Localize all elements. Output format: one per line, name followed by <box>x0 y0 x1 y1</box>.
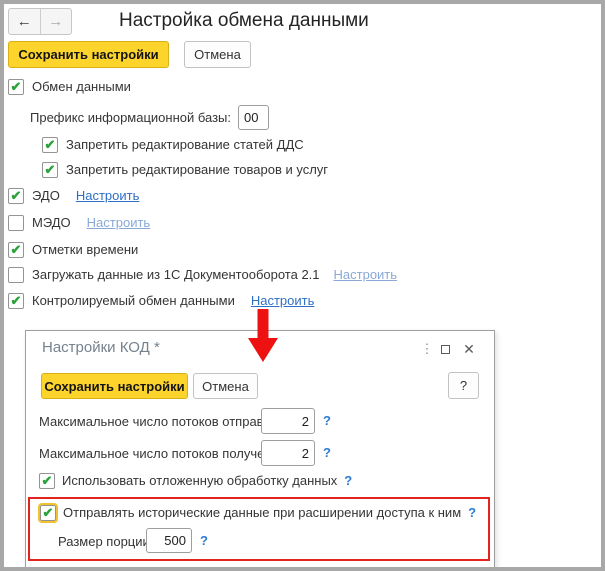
checkbox-forbid-dds[interactable]: ✔ <box>42 136 58 153</box>
check-icon: ✔ <box>10 292 22 308</box>
configure-link-controlled[interactable]: Настроить <box>251 293 315 308</box>
portion-size-input[interactable]: 500 <box>146 528 192 553</box>
checkbox-timestamps[interactable]: ✔ <box>8 241 24 258</box>
checkbox-medo[interactable]: ✔ <box>8 214 24 231</box>
configure-link-edo[interactable]: Настроить <box>76 188 140 203</box>
max-send-threads-input[interactable]: 2 <box>261 408 315 434</box>
field-value: 500 <box>164 533 186 548</box>
row-infobase-prefix: Префикс информационной базы: <box>30 105 231 130</box>
portion-size-label-row: Размер порции: <box>58 533 153 550</box>
field-label: Максимальное число потоков получения: <box>39 446 290 461</box>
check-icon: ✔ <box>42 504 54 520</box>
hint-icon[interactable]: ? <box>323 445 331 460</box>
dialog-kod-settings: Настройки КОД * ⋮ ✕ Сохранить настройки … <box>25 330 495 567</box>
maximize-icon[interactable] <box>436 340 454 358</box>
configure-link-docflow[interactable]: Настроить <box>334 267 398 282</box>
hint-icon[interactable]: ? <box>323 413 331 428</box>
red-arrow-annotation <box>248 309 278 362</box>
checkbox-label: Обмен данными <box>32 79 131 94</box>
checkbox-controlled-exchange[interactable]: ✔ <box>8 292 24 309</box>
close-icon[interactable]: ✕ <box>460 340 478 358</box>
field-label: Размер порции: <box>58 534 154 549</box>
checkbox-label: Запретить редактирование статей ДДС <box>66 137 304 152</box>
dialog-cancel-button[interactable]: Отмена <box>193 373 258 399</box>
prefix-label: Префикс информационной базы: <box>30 110 232 125</box>
hint-icon[interactable]: ? <box>468 505 476 520</box>
row-load-docflow: ✔ Загружать данные из 1С Документооборот… <box>8 266 397 283</box>
max-send-threads-label-row: Максимальное число потоков отправки: <box>39 413 280 430</box>
checkbox-edo[interactable]: ✔ <box>8 187 24 204</box>
row-medo: ✔ МЭДО Настроить <box>8 214 150 231</box>
max-receive-threads-label-row: Максимальное число потоков получения: <box>39 445 289 462</box>
hint-icon[interactable]: ? <box>344 473 352 488</box>
prefix-value: 00 <box>244 110 259 125</box>
check-icon: ✔ <box>44 136 56 152</box>
back-icon[interactable]: ← <box>9 9 41 34</box>
save-settings-button[interactable]: Сохранить настройки <box>8 41 169 68</box>
row-controlled-exchange: ✔ Контролируемый обмен данными Настроить <box>8 292 314 309</box>
field-value: 2 <box>301 413 309 429</box>
configure-link-medo[interactable]: Настроить <box>87 215 151 230</box>
nav-history-group: ← → <box>8 8 72 35</box>
row-data-exchange: ✔ Обмен данными <box>8 78 131 95</box>
forward-icon[interactable]: → <box>41 9 72 34</box>
row-deferred-processing: ✔ Использовать отложенную обработку данн… <box>39 472 352 489</box>
check-icon: ✔ <box>10 78 22 94</box>
checkbox-label: Запретить редактирование товаров и услуг <box>66 162 329 177</box>
dialog-title: Настройки КОД * <box>42 339 160 356</box>
checkbox-deferred-processing[interactable]: ✔ <box>39 472 55 489</box>
checkbox-label: Использовать отложенную обработку данных <box>62 473 338 488</box>
cancel-button[interactable]: Отмена <box>184 41 251 68</box>
field-value: 2 <box>301 445 309 461</box>
check-icon: ✔ <box>10 241 22 257</box>
row-forbid-goods: ✔ Запретить редактирование товаров и усл… <box>42 161 328 178</box>
row-timestamps: ✔ Отметки времени <box>8 241 138 258</box>
checkbox-label: ЭДО <box>32 188 60 203</box>
check-icon: ✔ <box>41 472 53 488</box>
check-icon: ✔ <box>44 161 56 177</box>
row-forbid-dds: ✔ Запретить редактирование статей ДДС <box>42 136 304 153</box>
dialog-save-button[interactable]: Сохранить настройки <box>41 373 188 399</box>
checkbox-send-historical[interactable]: ✔ <box>38 502 58 523</box>
row-send-historical: ✔ Отправлять исторические данные при рас… <box>38 502 476 523</box>
checkbox-load-docflow[interactable]: ✔ <box>8 266 24 283</box>
more-menu-icon[interactable]: ⋮ <box>418 340 436 358</box>
prefix-input[interactable]: 00 <box>238 105 269 130</box>
checkbox-label: Отметки времени <box>32 242 139 257</box>
checkbox-label: Загружать данные из 1С Документооборота … <box>32 267 320 282</box>
checkbox-forbid-goods[interactable]: ✔ <box>42 161 58 178</box>
help-button[interactable]: ? <box>448 372 479 399</box>
field-label: Максимальное число потоков отправки: <box>39 414 281 429</box>
hint-icon[interactable]: ? <box>200 533 208 548</box>
page-title: Настройка обмена данными <box>119 10 369 31</box>
max-receive-threads-input[interactable]: 2 <box>261 440 315 466</box>
checkbox-data-exchange[interactable]: ✔ <box>8 78 24 95</box>
checkbox-label: МЭДО <box>32 215 71 230</box>
row-edo: ✔ ЭДО Настроить <box>8 187 139 204</box>
checkbox-label: Контролируемый обмен данными <box>32 293 235 308</box>
checkbox-label: Отправлять исторические данные при расши… <box>63 505 462 520</box>
check-icon: ✔ <box>10 187 22 203</box>
screenshot-root: ← → Настройка обмена данными Сохранить н… <box>0 0 605 571</box>
